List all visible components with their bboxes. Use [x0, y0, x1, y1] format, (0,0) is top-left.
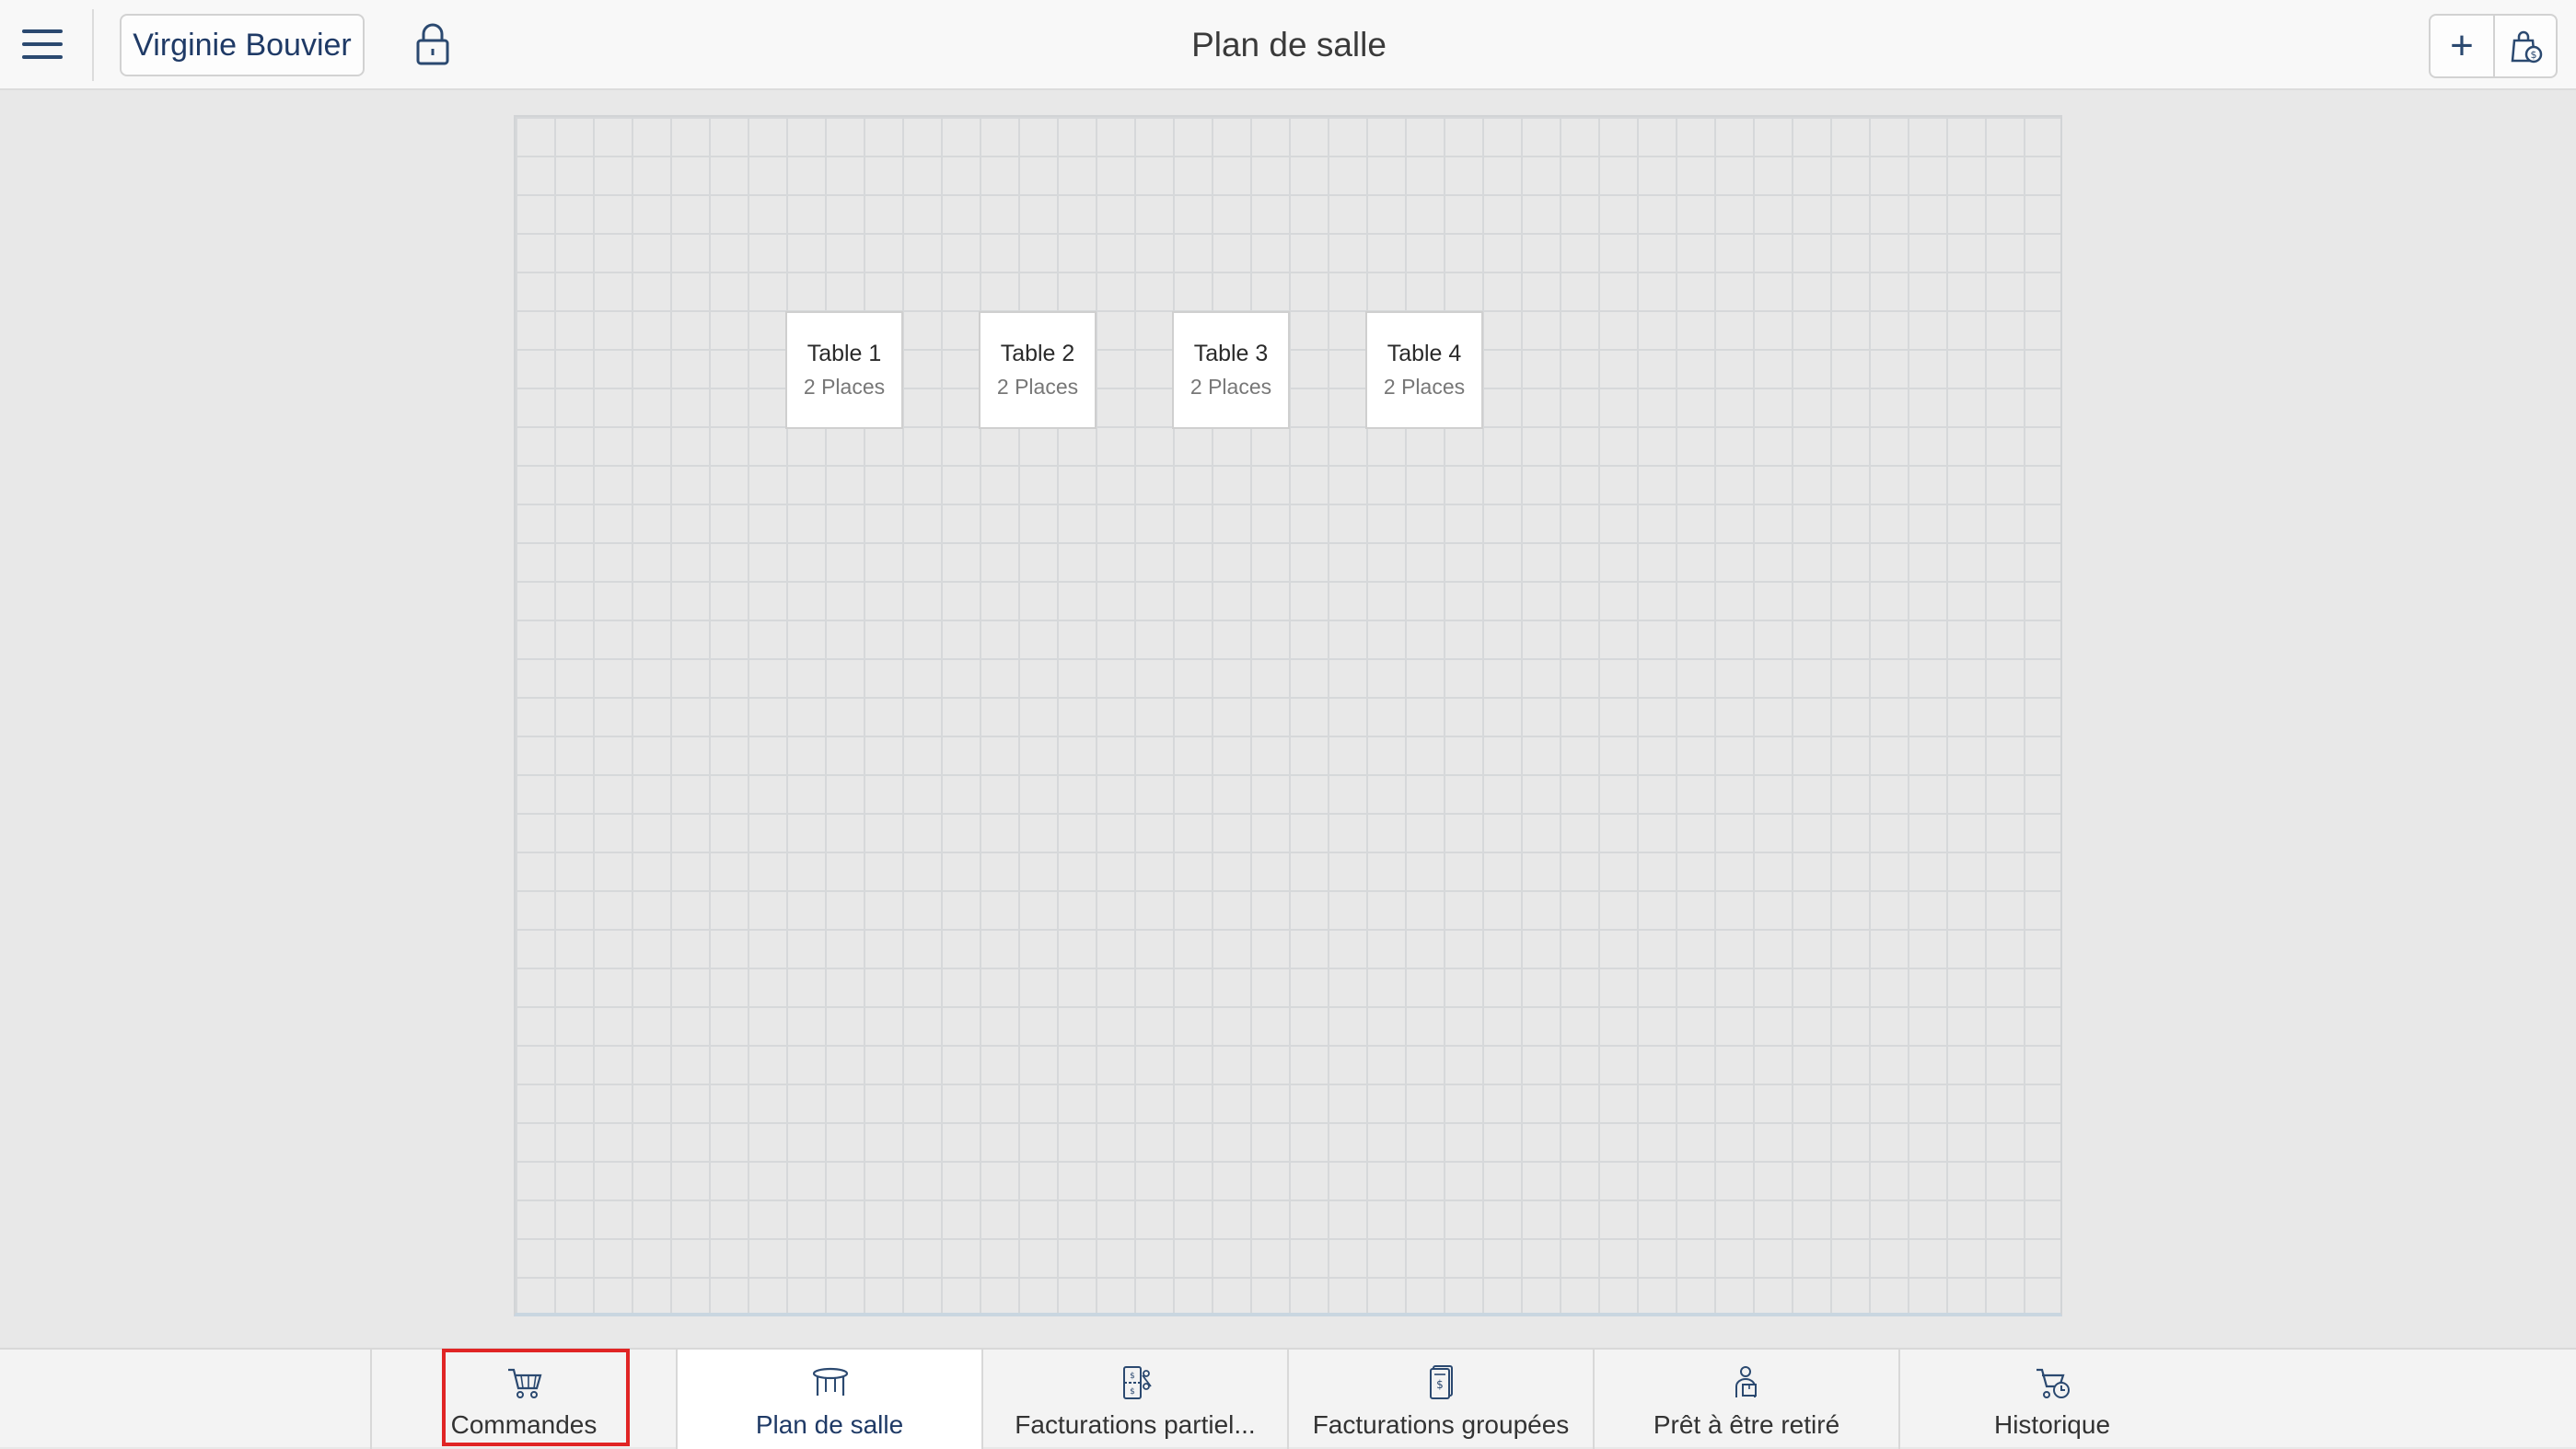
header-actions: + $	[2429, 14, 2558, 78]
bottom-tab-bar: Commandes Plan de salle $ $ Facturations…	[0, 1348, 2576, 1449]
pickup-icon	[1735, 1366, 1757, 1397]
tab-commandes[interactable]: Commandes	[370, 1350, 676, 1449]
tab-label: Plan de salle	[755, 1410, 904, 1439]
table-icon	[812, 1367, 849, 1396]
shopping-bag-money-icon: $	[2511, 30, 2543, 64]
svg-text:$: $	[1436, 1378, 1444, 1391]
table-name: Table 3	[1193, 341, 1269, 366]
table-name: Table 2	[1000, 341, 1075, 366]
cart-icon	[508, 1368, 542, 1398]
table-places: 2 Places	[1383, 375, 1466, 399]
cart-history-icon	[2036, 1368, 2070, 1398]
grouped-bill-icon: $	[1430, 1365, 1453, 1399]
tab-label: Facturations groupées	[1312, 1410, 1570, 1439]
lock-icon[interactable]	[414, 22, 451, 66]
table-card-3[interactable]: Table 3 2 Places	[1172, 311, 1290, 429]
tab-label: Facturations partiel...	[1015, 1410, 1256, 1439]
table-places: 2 Places	[1189, 375, 1272, 399]
table-places: 2 Places	[996, 375, 1079, 399]
table-places: 2 Places	[803, 375, 886, 399]
tab-historique[interactable]: Historique	[1898, 1350, 2204, 1449]
divider	[92, 9, 94, 81]
svg-text:$: $	[1130, 1372, 1135, 1381]
tab-facturations-partielles[interactable]: $ $ Facturations partiel...	[981, 1350, 1287, 1449]
floor-plan-grid: Table 1 2 Places Table 2 2 Places Table …	[514, 115, 2062, 1316]
table-card-4[interactable]: Table 4 2 Places	[1365, 311, 1483, 429]
tab-label: Prêt à être retiré	[1653, 1410, 1840, 1439]
plus-icon: +	[2450, 23, 2474, 68]
table-card-1[interactable]: Table 1 2 Places	[785, 311, 903, 429]
payment-button[interactable]: $	[2493, 16, 2556, 76]
svg-text:$: $	[1130, 1387, 1135, 1397]
tab-label: Historique	[1993, 1410, 2111, 1439]
svg-text:$: $	[2531, 49, 2537, 61]
tab-plan-de-salle[interactable]: Plan de salle	[676, 1350, 981, 1449]
page-title: Plan de salle	[1191, 26, 1387, 64]
menu-icon[interactable]	[22, 28, 63, 61]
tab-pret-a-etre-retire[interactable]: Prêt à être retiré	[1593, 1350, 1898, 1449]
tab-label: Commandes	[450, 1410, 598, 1439]
user-button[interactable]: Virginie Bouvier	[120, 14, 365, 76]
table-card-2[interactable]: Table 2 2 Places	[979, 311, 1097, 429]
table-name: Table 4	[1387, 341, 1462, 366]
add-button[interactable]: +	[2431, 16, 2493, 76]
top-bar: Virginie Bouvier Plan de salle + $	[0, 0, 2576, 90]
tab-facturations-groupees[interactable]: $ Facturations groupées	[1287, 1350, 1593, 1449]
split-bill-icon: $ $	[1123, 1366, 1152, 1399]
table-name: Table 1	[806, 341, 882, 366]
